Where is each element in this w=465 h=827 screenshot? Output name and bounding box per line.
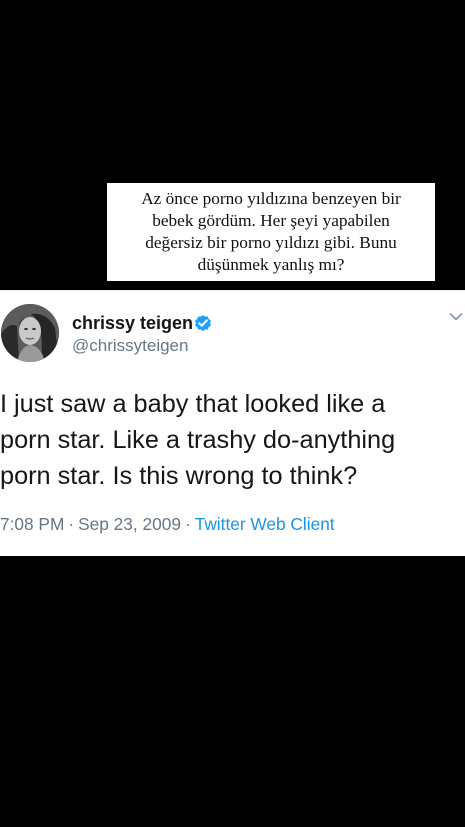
- tweet-text-line: I just saw a baby that looked like a: [0, 390, 386, 418]
- display-name[interactable]: chrissy teigen: [72, 313, 193, 334]
- caption-line: Az önce porno yıldızına benzeyen bir: [141, 189, 401, 208]
- meta-separator: ·: [68, 514, 75, 534]
- profile-photo-icon: [1, 304, 59, 362]
- caption-line: düşünmek yanlış mı?: [197, 255, 345, 274]
- verified-badge-icon: [195, 315, 211, 332]
- avatar[interactable]: [1, 304, 59, 362]
- user-handle[interactable]: @chrissyteigen: [72, 336, 188, 356]
- meta-separator: ·: [184, 514, 191, 534]
- tweet-time[interactable]: 7:08 PM: [0, 514, 64, 534]
- caption-line: değersiz bir porno yıldızı gibi. Bunu: [145, 233, 397, 252]
- tweet-meta: 7:08 PM · Sep 23, 2009 · Twitter Web Client: [0, 514, 335, 535]
- divider: [0, 290, 465, 291]
- chevron-down-icon[interactable]: [449, 312, 463, 322]
- tweet-text-line: porn star. Is this wrong to think?: [0, 462, 358, 490]
- caption-line: bebek gördüm. Her şeyi yapabilen: [152, 211, 390, 230]
- tweet-date[interactable]: Sep 23, 2009: [78, 514, 181, 534]
- tweet-text-line: porn star. Like a trashy do-anything: [0, 426, 396, 454]
- tweet-card: chrissy teigen @chrissyteigen I just saw…: [0, 290, 465, 556]
- tweet-text: I just saw a baby that looked like a por…: [0, 386, 460, 494]
- caption-box: Az önce porno yıldızına benzeyen bir beb…: [107, 183, 435, 281]
- tweet-client[interactable]: Twitter Web Client: [195, 514, 335, 534]
